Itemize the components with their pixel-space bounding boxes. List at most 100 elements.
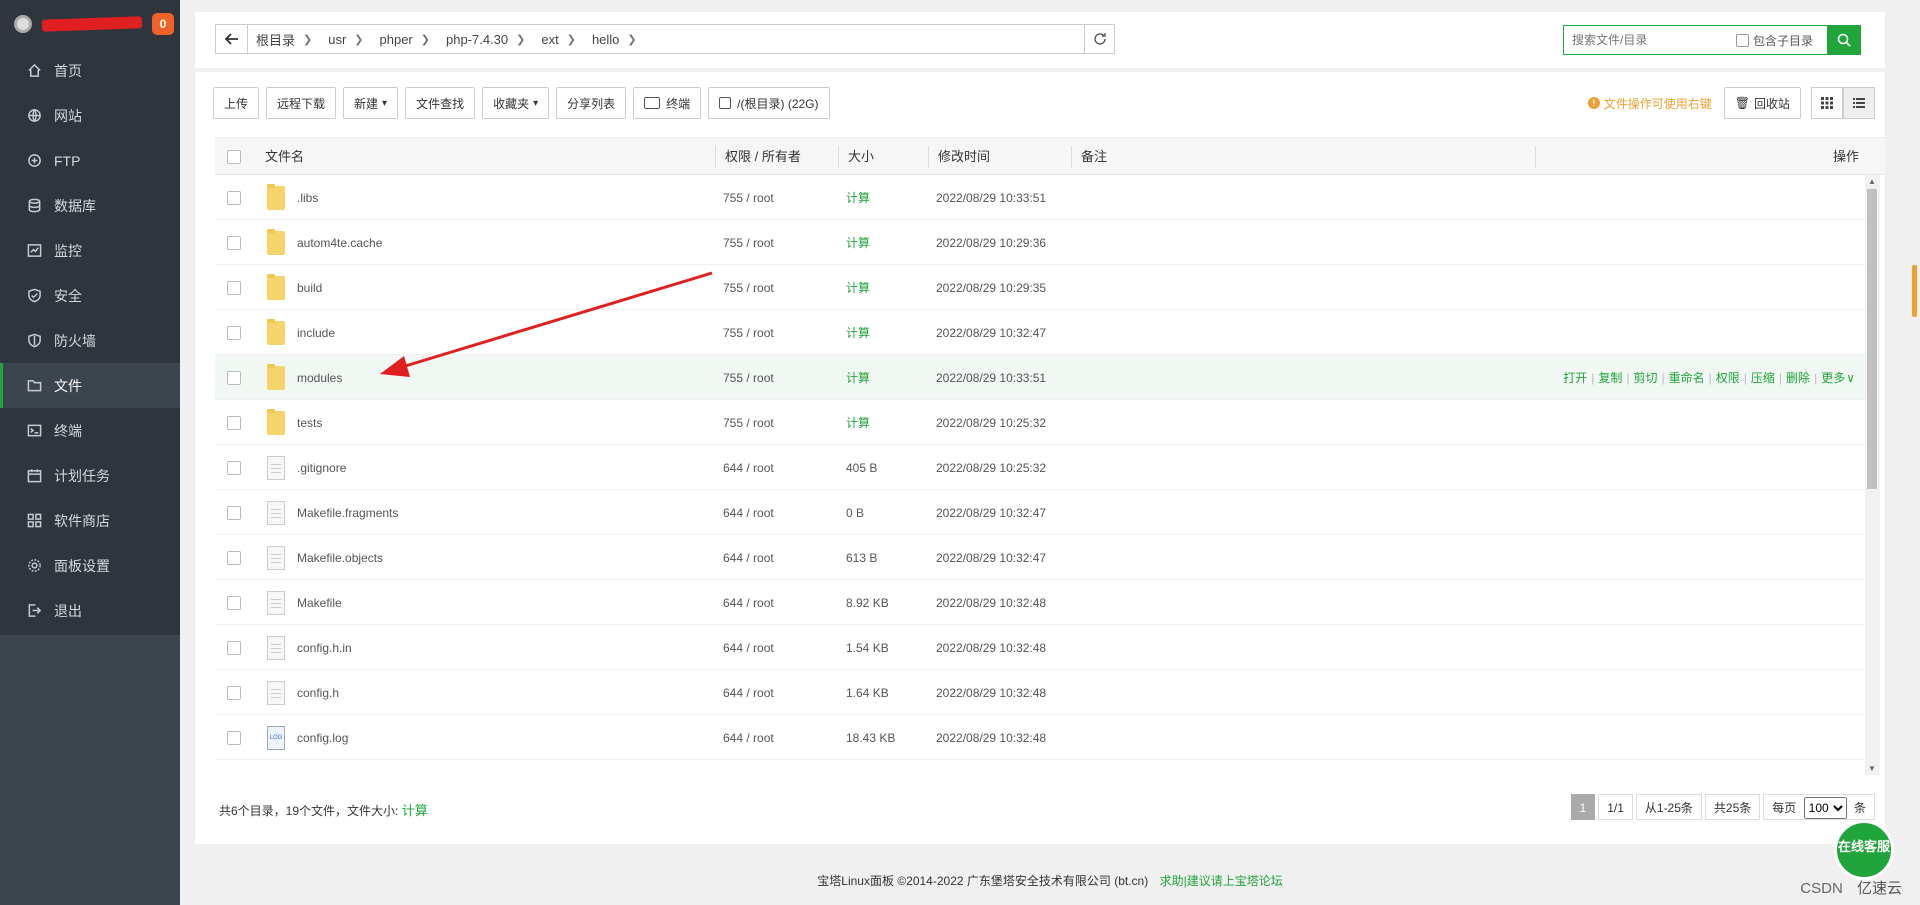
- file-size[interactable]: 计算: [846, 265, 870, 310]
- file-name[interactable]: include: [297, 310, 335, 355]
- row-checkbox[interactable]: [227, 730, 241, 745]
- file-name[interactable]: config.log: [297, 715, 348, 760]
- file-list-scrollbar[interactable]: ▲ ▼: [1865, 175, 1880, 775]
- file-perm[interactable]: 755 / root: [723, 220, 774, 265]
- row-checkbox[interactable]: [227, 640, 241, 655]
- file-perm[interactable]: 755 / root: [723, 310, 774, 355]
- sidebar-item-10[interactable]: 计划任务: [0, 453, 180, 498]
- file-perm[interactable]: 755 / root: [723, 400, 774, 445]
- file-name[interactable]: Makefile.fragments: [297, 490, 398, 535]
- sidebar-item-5[interactable]: 监控: [0, 228, 180, 273]
- row-action-0[interactable]: 打开: [1563, 369, 1587, 386]
- file-perm[interactable]: 644 / root: [723, 580, 774, 625]
- file-name[interactable]: Makefile.objects: [297, 535, 383, 580]
- file-size[interactable]: 计算: [846, 310, 870, 355]
- row-checkbox[interactable]: [227, 595, 241, 610]
- file-size[interactable]: 计算: [846, 400, 870, 445]
- breadcrumb-item[interactable]: usr ❯: [320, 25, 371, 53]
- row-action-6[interactable]: 删除: [1786, 369, 1810, 386]
- file-perm[interactable]: 644 / root: [723, 625, 774, 670]
- row-checkbox[interactable]: [227, 325, 241, 340]
- table-row[interactable]: Makefile.objects 644 / root 613 B 2022/08/2…: [215, 535, 1865, 580]
- file-perm[interactable]: 644 / root: [723, 715, 774, 760]
- row-action-2[interactable]: 剪切: [1633, 369, 1657, 386]
- col-perm[interactable]: 权限 / 所有者: [725, 138, 801, 176]
- side-float-tab[interactable]: [1912, 265, 1917, 317]
- file-perm[interactable]: 755 / root: [723, 265, 774, 310]
- notification-badge[interactable]: 0: [152, 13, 174, 35]
- sidebar-item-3[interactable]: FTP: [0, 138, 180, 183]
- search-input[interactable]: [1564, 33, 1734, 47]
- refresh-button[interactable]: [1084, 25, 1114, 53]
- col-name[interactable]: 文件名: [265, 138, 304, 176]
- table-row[interactable]: Makefile 644 / root 8.92 KB 2022/08/29 10:3…: [215, 580, 1865, 625]
- file-size[interactable]: 计算: [846, 175, 870, 220]
- page-current[interactable]: 1: [1570, 794, 1596, 820]
- table-row[interactable]: config.h.in 644 / root 1.54 KB 2022/08/29 1…: [215, 625, 1865, 670]
- row-checkbox[interactable]: [227, 415, 241, 430]
- file-perm[interactable]: 644 / root: [723, 535, 774, 580]
- scroll-down-icon[interactable]: ▼: [1868, 764, 1876, 773]
- table-row[interactable]: build 755 / root 计算 2022/08/29 10:29:35: [215, 265, 1865, 310]
- file-search-button[interactable]: 文件查找: [405, 87, 476, 119]
- table-row[interactable]: autom4te.cache 755 / root 计算 2022/08/29 10:…: [215, 220, 1865, 265]
- recycle-bin-button[interactable]: 🗑 回收站: [1723, 87, 1801, 119]
- row-action-3[interactable]: 重命名: [1669, 369, 1705, 386]
- file-size[interactable]: 计算: [846, 220, 870, 265]
- online-service-button[interactable]: 在线客服: [1834, 820, 1894, 880]
- select-all-checkbox[interactable]: [227, 150, 241, 164]
- terminal-button[interactable]: 终端: [633, 87, 702, 119]
- row-checkbox[interactable]: [227, 280, 241, 295]
- row-action-4[interactable]: 权限: [1716, 369, 1740, 386]
- row-action-1[interactable]: 复制: [1598, 369, 1622, 386]
- file-name[interactable]: modules: [297, 355, 342, 400]
- row-checkbox[interactable]: [227, 190, 241, 205]
- sidebar-item-11[interactable]: 软件商店: [0, 498, 180, 543]
- table-row[interactable]: Makefile.fragments 644 / root 0 B 2022/08/2…: [215, 490, 1865, 535]
- col-mtime[interactable]: 修改时间: [938, 138, 990, 176]
- sidebar-item-8[interactable]: 文件: [0, 363, 180, 408]
- table-row[interactable]: LOG config.log 644 / root 18.43 KB 2022/08/2…: [215, 715, 1865, 760]
- breadcrumb-item[interactable]: ext ❯: [533, 25, 584, 53]
- file-name[interactable]: config.h.in: [297, 625, 352, 670]
- sidebar-item-13[interactable]: 退出: [0, 588, 180, 633]
- file-perm[interactable]: 644 / root: [723, 490, 774, 535]
- new-button[interactable]: 新建 ▾: [343, 87, 399, 119]
- grid-view-button[interactable]: [1811, 87, 1843, 119]
- row-action-7[interactable]: 更多: [1821, 369, 1845, 386]
- file-perm[interactable]: 644 / root: [723, 445, 774, 490]
- file-name[interactable]: .gitignore: [297, 445, 346, 490]
- file-perm[interactable]: 755 / root: [723, 355, 774, 400]
- table-row[interactable]: include 755 / root 计算 2022/08/29 10:32:47: [215, 310, 1865, 355]
- scroll-up-icon[interactable]: ▲: [1868, 177, 1876, 186]
- favorites-button[interactable]: 收藏夹 ▾: [482, 87, 550, 119]
- sidebar-item-4[interactable]: 数据库: [0, 183, 180, 228]
- share-list-button[interactable]: 分享列表: [556, 87, 627, 119]
- forum-link[interactable]: 求助|建议请上宝塔论坛: [1160, 874, 1283, 888]
- breadcrumb-item[interactable]: hello ❯: [584, 25, 645, 53]
- file-perm[interactable]: 755 / root: [723, 175, 774, 220]
- upload-button[interactable]: 上传: [213, 87, 260, 119]
- table-row[interactable]: modules 755 / root 计算 2022/08/29 10:33:51 打开…: [215, 355, 1865, 400]
- file-perm[interactable]: 644 / root: [723, 670, 774, 715]
- scrollbar-thumb[interactable]: [1867, 189, 1877, 489]
- table-row[interactable]: config.h 644 / root 1.64 KB 2022/08/29 10:3…: [215, 670, 1865, 715]
- file-size[interactable]: 计算: [846, 355, 870, 400]
- list-view-button[interactable]: [1843, 87, 1875, 119]
- sidebar-item-1[interactable]: 首页: [0, 48, 180, 93]
- per-page-select[interactable]: 100: [1803, 797, 1847, 819]
- search-button[interactable]: [1827, 25, 1861, 55]
- row-action-5[interactable]: 压缩: [1751, 369, 1775, 386]
- file-name[interactable]: tests: [297, 400, 322, 445]
- include-subdir-toggle[interactable]: 包含子目录: [1736, 32, 1813, 49]
- sidebar-item-6[interactable]: 安全: [0, 273, 180, 318]
- row-checkbox[interactable]: [227, 505, 241, 520]
- row-checkbox[interactable]: [227, 685, 241, 700]
- table-row[interactable]: tests 755 / root 计算 2022/08/29 10:25:32: [215, 400, 1865, 445]
- sidebar-item-2[interactable]: 网站: [0, 93, 180, 138]
- sidebar-item-9[interactable]: 终端: [0, 408, 180, 453]
- table-row[interactable]: .gitignore 644 / root 405 B 2022/08/29 10:2…: [215, 445, 1865, 490]
- remote-download-button[interactable]: 远程下载: [266, 87, 337, 119]
- row-checkbox[interactable]: [227, 370, 241, 385]
- chevron-down-icon[interactable]: ∨: [1846, 371, 1855, 385]
